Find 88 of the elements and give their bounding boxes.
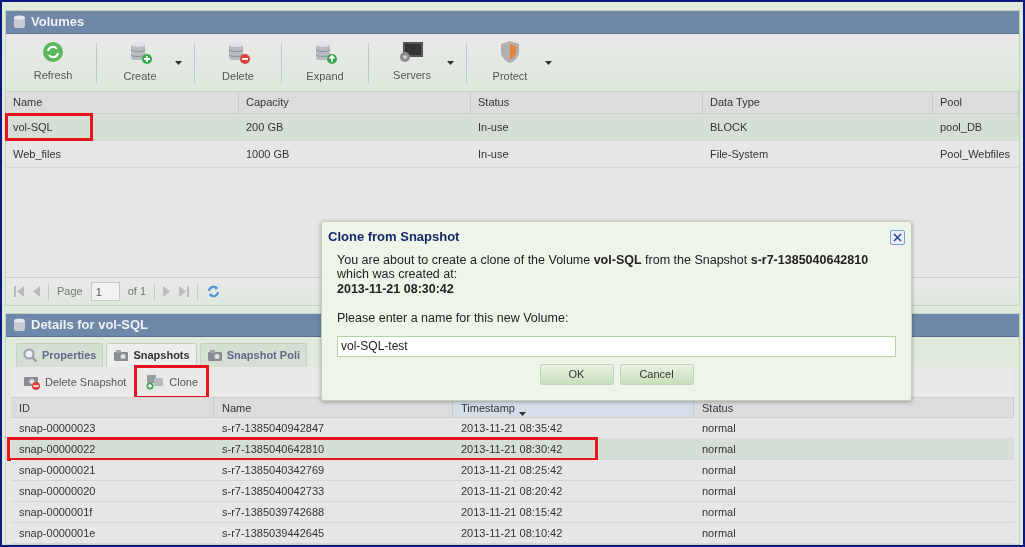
table-cell-text: snap-0000001f [18,504,94,520]
table-cell-text: 200 GB [245,119,285,135]
clone-icon [145,374,166,390]
table-cell-text: In-use [477,146,510,162]
dialog-message: You are about to create a clone of the Volume vol-SQL from the Snapshot s-r7-1385040642810 which was created at: [337,253,870,281]
refresh-icon [42,41,64,64]
table-cell-text: normal [701,525,737,541]
caret-icon [519,412,526,416]
table-cell-text: s-r7-1385039442645 [221,525,326,541]
caret-icon [545,60,552,65]
database-icon [14,15,25,29]
table-cell-text: normal [701,420,737,436]
database-minus-icon [226,40,250,65]
database-arrow-icon [313,40,337,65]
table-cell-text: s-r7-1385040042733 [221,483,326,499]
magnifier-icon [23,348,38,363]
table-cell-text: In-use [477,119,510,135]
toolbar-button[interactable]: Create [101,37,190,88]
table-cell-text: Pool_Webfiles [939,146,1012,162]
table-cell-text: normal [701,483,737,499]
previous-page-icon[interactable] [32,286,40,297]
table-cell-text: s-r7-1385040642810 [221,441,326,457]
table-cell-text: snap-00000022 [18,441,97,457]
table-cell-text: 1000 GB [245,146,291,162]
table-cell: vol-SQL [8,115,90,139]
table-cell-text: s-r7-1385039742688 [221,504,326,520]
shield-icon [499,40,521,65]
table-cell-text: BLOCK [709,119,749,135]
page-label: Page [57,284,83,300]
last-page-icon[interactable] [179,286,190,297]
toolbar-button[interactable]: Expand [286,37,364,88]
table-cell-text: File-System [709,146,770,162]
caret-icon [447,60,454,65]
toolbar-button[interactable]: Clone [137,367,207,397]
column-header[interactable]: ID [11,398,214,417]
camera-icon [206,349,223,362]
table-row[interactable]: snap-00000021 s-r7-1385040342769 2013-11-21 08:25:42 normal [11,460,1014,481]
table-cell-text: s-r7-1385040342769 [221,462,326,478]
panel-title: Volumes [31,13,85,32]
column-header[interactable]: Name [6,92,239,113]
toolbar-button[interactable]: Servers [373,37,462,88]
table-cell-text: s-r7-1385040942847 [221,420,326,436]
caret-icon [175,60,182,65]
table-cell-text: normal [701,462,737,478]
dialog-button[interactable]: Cancel [619,363,694,385]
toolbar-button[interactable]: Delete [199,37,277,88]
database-plus-icon [128,40,152,65]
table-cell-text: snap-00000023 [18,420,97,436]
toolbar-button[interactable]: Protect [471,37,560,88]
page-input[interactable]: 1 [90,282,120,301]
table-cell-text: 2013-11-21 08:20:42 [460,483,564,499]
column-header[interactable]: Pool [933,92,1019,113]
table-cell-text: Web_files [12,146,63,162]
table-cell-text: 2013-11-21 08:25:42 [460,462,564,478]
name-prompt: Please enter a name for this new Volume: [337,310,570,327]
monitor-gear-icon [399,41,425,64]
close-button[interactable] [890,229,905,245]
table-row[interactable]: vol-SQL 200 GB In-use BLOCK pool_DB [6,114,1019,141]
camera-icon [113,349,130,362]
refresh-icon[interactable] [206,284,222,299]
table-cell-text: snap-00000021 [18,462,97,478]
table-cell-text: 2013-11-21 08:15:42 [460,504,564,520]
tab[interactable]: Snapshots [106,343,197,367]
dialog-title: Clone from Snapshot [328,228,460,247]
table-cell-text: normal [701,441,737,457]
tab[interactable]: Properties [16,343,104,367]
table-cell-text: pool_DB [939,119,984,135]
table-cell-text: normal [701,504,737,520]
first-page-icon[interactable] [14,286,24,297]
camera-minus-icon [23,374,41,390]
page-count: of 1 [127,284,147,300]
panel-title: Details for vol-SQL [31,316,149,335]
next-page-icon[interactable] [163,286,172,297]
toolbar-button[interactable]: Refresh [14,37,92,88]
table-cell-text: 2013-11-21 08:30:42 [460,441,564,457]
table-cell-text: snap-0000001e [18,525,97,541]
tab[interactable]: Snapshot Poli [199,343,307,367]
volume-name-field[interactable]: vol-SQL-test [337,335,896,357]
database-icon [14,318,25,332]
table-cell-text: 2013-11-21 08:10:42 [460,525,564,541]
dialog-button[interactable]: OK [539,363,614,385]
column-header[interactable]: Capacity [239,92,471,113]
table-cell-text: snap-00000020 [18,483,97,499]
created-timestamp: 2013-11-21 08:30:42 [337,281,455,297]
column-header[interactable]: Data Type [703,92,933,113]
toolbar-button[interactable]: Delete Snapshot [19,370,131,394]
table-cell-text: 2013-11-21 08:35:42 [460,420,564,436]
column-header[interactable]: Status [471,92,703,113]
